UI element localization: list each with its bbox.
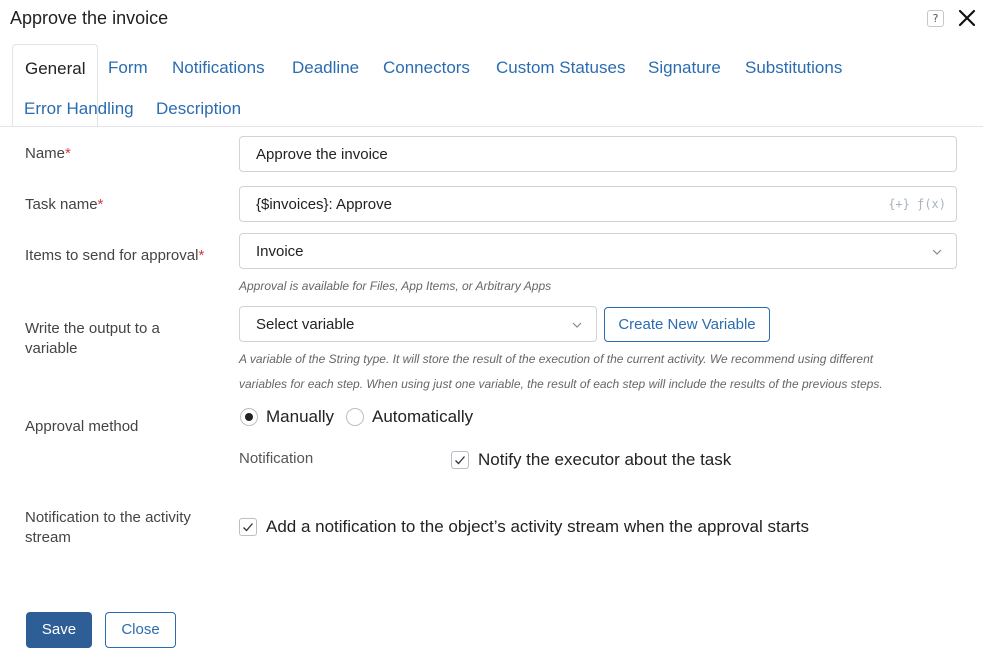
required-mark: * [65,145,71,162]
tab-notifications[interactable]: Notifications [172,58,265,78]
task-name-value: {$invoices}: Approve [256,196,392,213]
tab-form[interactable]: Form [108,58,148,78]
task-name-field[interactable]: {$invoices}: Approve {+} ƒ(x) [239,186,957,222]
create-new-variable-button[interactable]: Create New Variable [604,307,770,342]
tab-deadline[interactable]: Deadline [292,58,359,78]
check-icon [455,456,465,465]
activity-stream-checkbox-label[interactable]: Add a notification to the object’s activ… [266,517,809,537]
notify-executor-label[interactable]: Notify the executor about the task [478,450,731,470]
close-button[interactable]: Close [105,612,176,648]
radio-automatically[interactable] [346,408,364,426]
insert-variable-function-icon[interactable]: {+} ƒ(x) [888,197,946,211]
tab-error-handling[interactable]: Error Handling [24,99,134,119]
output-label: Write the output to a variable [25,320,160,357]
tabs-divider [0,126,983,127]
activity-stream-label: Notification to the activity stream [25,509,191,546]
tab-substitutions[interactable]: Substitutions [745,58,842,78]
tab-signature[interactable]: Signature [648,58,721,78]
radio-manually-label[interactable]: Manually [266,407,334,427]
radio-automatically-label[interactable]: Automatically [372,407,473,427]
output-hint-line1: A variable of the String type. It will s… [239,352,874,366]
close-icon[interactable] [956,7,978,29]
notify-executor-checkbox[interactable] [451,451,469,469]
tab-connectors[interactable]: Connectors [383,58,470,78]
output-hint-line2: variables for each step. When using just… [239,377,883,391]
task-name-label: Task name* [25,196,104,213]
items-select[interactable]: Invoice [239,233,957,269]
help-icon[interactable]: ? [927,10,944,27]
activity-stream-checkbox[interactable] [239,518,257,536]
approval-method-label: Approval method [25,418,139,435]
variable-select-value: Select variable [256,316,355,333]
tab-custom-statuses[interactable]: Custom Statuses [496,58,625,78]
chevron-down-icon [932,249,942,255]
tab-description[interactable]: Description [156,99,241,119]
check-icon [243,523,253,532]
required-mark: * [97,196,104,213]
name-field[interactable]: Approve the invoice [239,136,957,172]
save-button[interactable]: Save [26,612,92,648]
radio-manually[interactable] [240,408,258,426]
notification-label: Notification [239,450,314,467]
dialog-title: Approve the invoice [10,8,169,28]
name-label: Name* [25,145,71,162]
variable-select[interactable]: Select variable [239,306,597,342]
items-label: Items to send for approval* [25,247,205,264]
items-value: Invoice [256,243,304,260]
name-value: Approve the invoice [256,146,388,163]
items-hint: Approval is available for Files, App Ite… [239,279,552,293]
required-mark: * [198,247,205,264]
chevron-down-icon [572,322,582,328]
